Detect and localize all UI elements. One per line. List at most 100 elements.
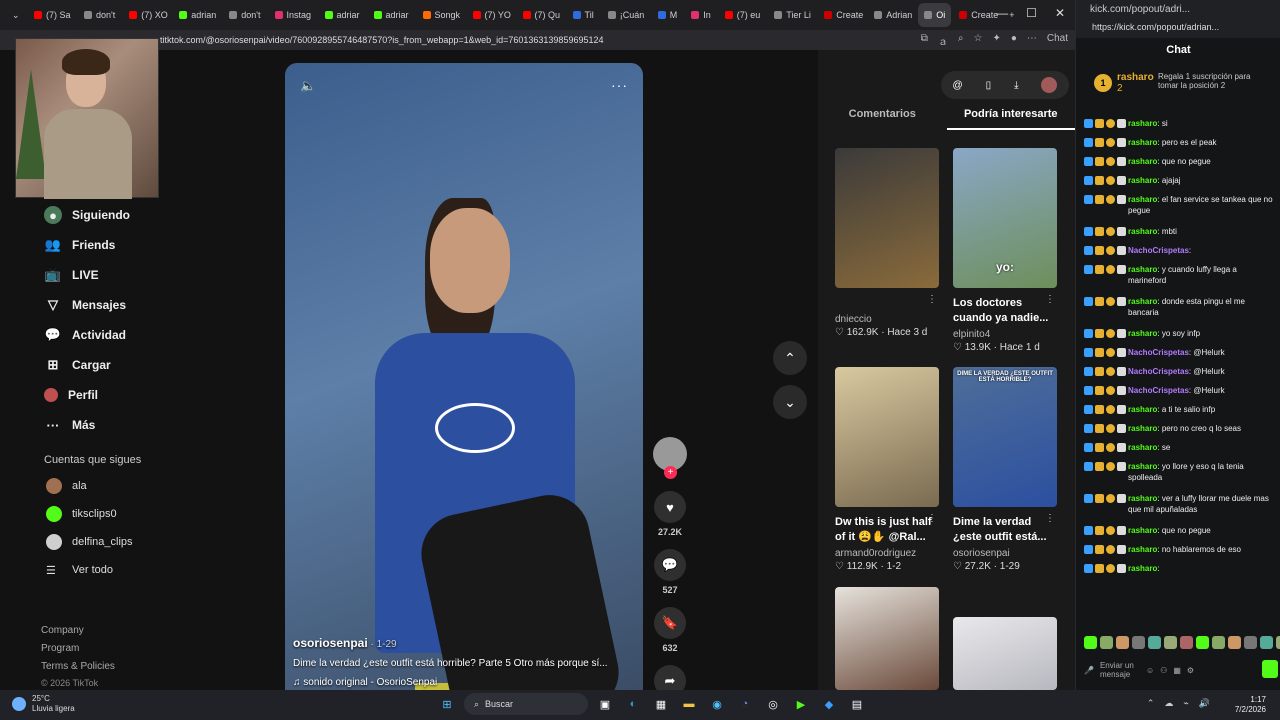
address-bar[interactable]: titktok.com/@osoriosenpai/video/76009289… — [0, 30, 1075, 50]
volume-tray-icon[interactable]: 🔊 — [1199, 698, 1210, 709]
browser-tab[interactable]: Songk — [417, 3, 465, 27]
followed-account[interactable]: ala — [28, 472, 193, 500]
browser-tab[interactable]: (7) eu — [719, 3, 767, 27]
emote-icon[interactable] — [1260, 636, 1273, 649]
browser-tab[interactable]: (7) Qu — [517, 3, 565, 27]
browser-tab[interactable]: don't — [223, 3, 266, 27]
previous-video-button[interactable]: ⌃ — [773, 341, 807, 375]
weather-widget[interactable]: 25°C Lluvia ligera — [12, 694, 75, 714]
video-author[interactable]: armand0rodriguez — [835, 548, 939, 559]
chat-username[interactable]: NachoCrispetas — [1128, 246, 1189, 255]
browser-tab[interactable]: M — [652, 3, 684, 27]
chat-button[interactable]: Chat — [1047, 33, 1068, 48]
emote-icon[interactable] — [1212, 636, 1225, 649]
save-button[interactable]: 🔖 — [654, 607, 686, 639]
emote-icon[interactable] — [1164, 636, 1177, 649]
bookmark-star-icon[interactable]: ☆ — [973, 33, 982, 48]
emote-icon[interactable] — [1180, 636, 1193, 649]
system-clock[interactable]: 1:17 7/2/2026 — [1235, 695, 1266, 715]
volume-icon[interactable]: 🔈 — [300, 78, 316, 94]
video-thumbnail[interactable]: yo: — [953, 148, 1057, 288]
comment-button[interactable]: 💬 — [654, 549, 686, 581]
chat-username[interactable]: rasharo — [1128, 564, 1157, 573]
chat-username[interactable]: rasharo — [1128, 297, 1157, 306]
browser-tab[interactable]: (7) Sa — [28, 3, 76, 27]
recommended-video[interactable]: DIME LA VERDAD ¿ESTE OUTFIT ESTÁ HORRIBL… — [953, 367, 1057, 572]
recommended-video[interactable]: Dw this is just half of it 😩✋ @Ral... ⋮ ar… — [835, 367, 939, 572]
tab-list-dropdown[interactable]: ⌄ — [6, 3, 26, 27]
chat-username[interactable]: rasharo — [1128, 176, 1157, 185]
browser-tab[interactable]: adrian — [173, 3, 221, 27]
see-all-link[interactable]: ☰ Ver todo — [28, 556, 193, 584]
explorer-icon[interactable]: ▬ — [678, 693, 700, 715]
menu-dots-icon[interactable]: ⋯ — [1027, 33, 1037, 48]
chat-username[interactable]: NachoCrispetas — [1128, 348, 1189, 357]
chat-input[interactable]: 🎤 Enviar un mensaje ☺ ⚇ ▦ ⚙ — [1084, 660, 1274, 680]
taskbar-search[interactable]: ⌕ Buscar — [464, 693, 588, 715]
followed-account[interactable]: delfina_clips — [28, 528, 193, 556]
browser-tab[interactable]: Instag — [269, 3, 317, 27]
browser-tab[interactable]: (7) YO — [467, 3, 515, 27]
pinned-gift-text[interactable]: Regala 1 suscripción para tomar la posic… — [1158, 72, 1258, 90]
browser-tab[interactable]: Tier Li — [768, 3, 816, 27]
more-vertical-icon[interactable]: ⋮ — [1045, 294, 1055, 305]
chrome-icon[interactable]: ◉ — [706, 693, 728, 715]
minimize-icon[interactable]: — — [996, 6, 1008, 20]
footer-company[interactable]: Company — [41, 622, 115, 640]
follow-plus-icon[interactable]: + — [664, 466, 677, 479]
device-icon[interactable]: ▯ — [986, 80, 992, 91]
task-view-icon[interactable]: ▣ — [594, 693, 616, 715]
profile-avatar-icon[interactable]: ● — [1011, 33, 1017, 48]
video-thumbnail[interactable] — [835, 587, 939, 690]
sidebar-item-más[interactable]: ··· Más — [28, 410, 193, 440]
emote-icon[interactable] — [1196, 636, 1209, 649]
kick-url[interactable]: https://kick.com/popout/adrian... — [1092, 22, 1219, 32]
browser-tab[interactable]: In — [685, 3, 717, 27]
creator-avatar[interactable]: + — [653, 437, 687, 479]
recommended-video[interactable] — [835, 587, 939, 690]
sidebar-item-friends[interactable]: 👥 Friends — [28, 230, 193, 260]
sidebar-item-actividad[interactable]: 💬 Actividad — [28, 320, 193, 350]
browser-tab[interactable]: Oi — [918, 3, 952, 27]
users-icon[interactable]: ⚇ — [1160, 666, 1167, 675]
chat-username[interactable]: rasharo — [1128, 265, 1157, 274]
browser-tab[interactable]: Create — [953, 3, 1001, 27]
chat-username[interactable]: rasharo — [1128, 227, 1157, 236]
mic-icon[interactable]: 🎤 — [1084, 666, 1094, 675]
download-icon[interactable]: ⤓ — [1014, 80, 1018, 91]
maximize-icon[interactable]: ☐ — [1026, 6, 1037, 20]
recommended-video[interactable] — [953, 617, 1057, 690]
emoji-icon[interactable]: ☺ — [1146, 666, 1154, 675]
sidebar-item-perfil[interactable]: ● Perfil — [28, 380, 193, 410]
browser-tab[interactable]: adriar — [368, 3, 415, 27]
more-vertical-icon[interactable]: ⋮ — [1045, 513, 1055, 524]
tab-recommended[interactable]: Podría interesarte — [946, 108, 1075, 130]
next-video-button[interactable]: ⌄ — [773, 385, 807, 419]
network-icon[interactable]: ⌁ — [1183, 698, 1188, 709]
browser-tab[interactable]: Adrian — [868, 3, 916, 27]
sidebar-item-mensajes[interactable]: ▽ Mensajes — [28, 290, 193, 320]
recommended-video[interactable]: ⋮ dnieccio ♡ 162.9K · Hace 3 d — [835, 148, 939, 338]
vscode-icon[interactable]: ◆ — [818, 693, 840, 715]
emote-icon[interactable] — [1228, 636, 1241, 649]
more-options-icon[interactable]: ··· — [611, 77, 628, 93]
browser-tab[interactable]: adriar — [319, 3, 366, 27]
extension-icon[interactable]: ⧉ — [921, 33, 928, 48]
video-thumbnail[interactable]: DIME LA VERDAD ¿ESTE OUTFIT ESTÁ HORRIBL… — [953, 367, 1057, 507]
video-description[interactable]: Dime la verdad ¿este outfit está horribl… — [293, 658, 633, 669]
footer-program[interactable]: Program — [41, 640, 115, 658]
video-player[interactable]: 🔈 ··· osoriosenpai · 1-29 Dime la verdad… — [285, 63, 643, 690]
chat-username[interactable]: rasharo — [1128, 405, 1157, 414]
embed-icon[interactable]: @ — [952, 80, 962, 91]
emote-icon[interactable] — [1132, 636, 1145, 649]
browser-tab[interactable]: don't — [78, 3, 121, 27]
emote-icon[interactable] — [1148, 636, 1161, 649]
sidebar-item-live[interactable]: 📺 LIVE — [28, 260, 193, 290]
chat-username[interactable]: rasharo — [1128, 195, 1157, 204]
video-author[interactable]: elpinito4 — [953, 329, 1057, 340]
obs-icon[interactable]: ◎ — [762, 693, 784, 715]
chat-username[interactable]: rasharo — [1128, 526, 1157, 535]
chat-username[interactable]: rasharo — [1128, 119, 1157, 128]
video-thumbnail[interactable] — [835, 367, 939, 507]
chat-username[interactable]: NachoCrispetas — [1128, 386, 1189, 395]
